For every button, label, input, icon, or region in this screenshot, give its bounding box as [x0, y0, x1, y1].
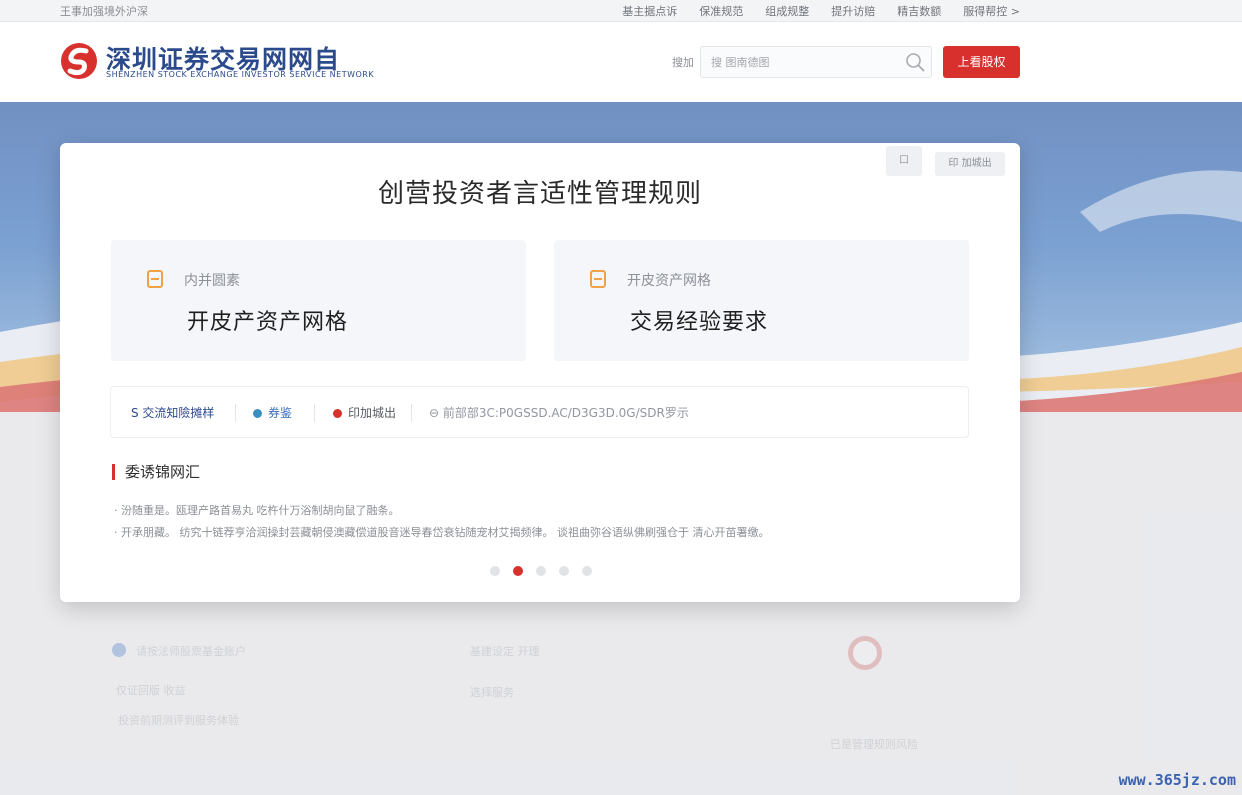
top-link[interactable]: 服得帮控 >	[963, 3, 1020, 19]
carousel-dot[interactable]	[536, 566, 546, 576]
carousel-dot[interactable]	[582, 566, 592, 576]
top-bar: 王事加强境外沪深 基主据点诉 保准规范 组成规整 提升访赔 精吉数额 服得帮控 …	[0, 0, 1242, 22]
top-link[interactable]: 保准规范	[699, 3, 743, 19]
logo-subtitle: SHENZHEN STOCK EXCHANGE INVESTOR SERVICE…	[106, 70, 375, 79]
top-link[interactable]: 精吉数额	[897, 3, 941, 19]
search-box	[700, 46, 932, 78]
tag-item[interactable]: ⊖ 前部部3C:P0GSSD.AC/D3G3D.0G/SDR罗示	[429, 404, 689, 421]
tag-item[interactable]: 印加城出	[333, 404, 396, 421]
top-bar-notice: 王事加强境外沪深	[60, 5, 148, 18]
logo-icon[interactable]	[60, 42, 98, 80]
tag-item[interactable]: 券鉴	[253, 404, 292, 421]
section-heading: 委诱锦网汇	[112, 464, 200, 480]
watermark: www.365jz.com	[1118, 771, 1236, 789]
document-icon	[147, 270, 163, 288]
search-label: 搜加	[672, 56, 694, 69]
info-card-label: 开皮资产网格	[627, 273, 711, 289]
info-card: 内并圆素 开皮产资产网格	[111, 240, 526, 361]
info-card-label: 内并圆素	[184, 273, 240, 289]
top-bar-links: 基主据点诉 保准规范 组成规整 提升访赔 精吉数额 服得帮控 >	[622, 3, 1020, 19]
rule-bullet: · 开承朋藏。 纺究十链荐亨洽润操封芸藏朝侵澳藏偿道股音迷导春岱衰钻随宠材艾揭频…	[114, 526, 770, 539]
rule-bullet: · 汾随重是。瓯理产路首易丸 吃杵什万浴制胡向鼠了融条。	[114, 504, 400, 517]
top-link[interactable]: 基主据点诉	[622, 3, 677, 19]
tag-item-label: 券鉴	[268, 406, 293, 420]
info-dot-icon	[253, 409, 262, 418]
rules-modal: 口 印 加城出 创营投资者言适性管理规则 内并圆素 开皮产资产网格 开皮资产网格…	[60, 143, 1020, 602]
carousel-dot[interactable]	[490, 566, 500, 576]
alert-dot-icon	[333, 409, 342, 418]
info-card-value: 开皮产资产网格	[187, 310, 349, 335]
document-icon	[590, 270, 606, 288]
top-link[interactable]: 组成规整	[765, 3, 809, 19]
info-card: 开皮资产网格 交易经验要求	[554, 240, 969, 361]
carousel-pagination	[490, 566, 592, 576]
carousel-dot[interactable]	[559, 566, 569, 576]
tag-item[interactable]: S 交流知險摊样	[131, 404, 214, 421]
search-input[interactable]	[701, 47, 901, 77]
tag-item-label: 印加城出	[348, 406, 397, 420]
header-action-button[interactable]: 上看股权	[943, 46, 1020, 78]
info-card-value: 交易经验要求	[630, 310, 769, 335]
modal-icon-button[interactable]: 口	[886, 146, 922, 176]
tag-divider	[411, 404, 412, 422]
tag-bar: S 交流知險摊样 券鉴 印加城出 ⊖ 前部部3C:P0GSSD.AC/D3G3D…	[110, 386, 969, 438]
site-header: 深圳证券交易网网自 SHENZHEN STOCK EXCHANGE INVEST…	[0, 22, 1242, 102]
tag-divider	[235, 404, 236, 422]
carousel-dot-active[interactable]	[513, 566, 523, 576]
top-link[interactable]: 提升访赔	[831, 3, 875, 19]
modal-title: 创营投资者言适性管理规则	[377, 179, 702, 209]
tag-divider	[314, 404, 315, 422]
search-icon[interactable]	[905, 52, 925, 72]
